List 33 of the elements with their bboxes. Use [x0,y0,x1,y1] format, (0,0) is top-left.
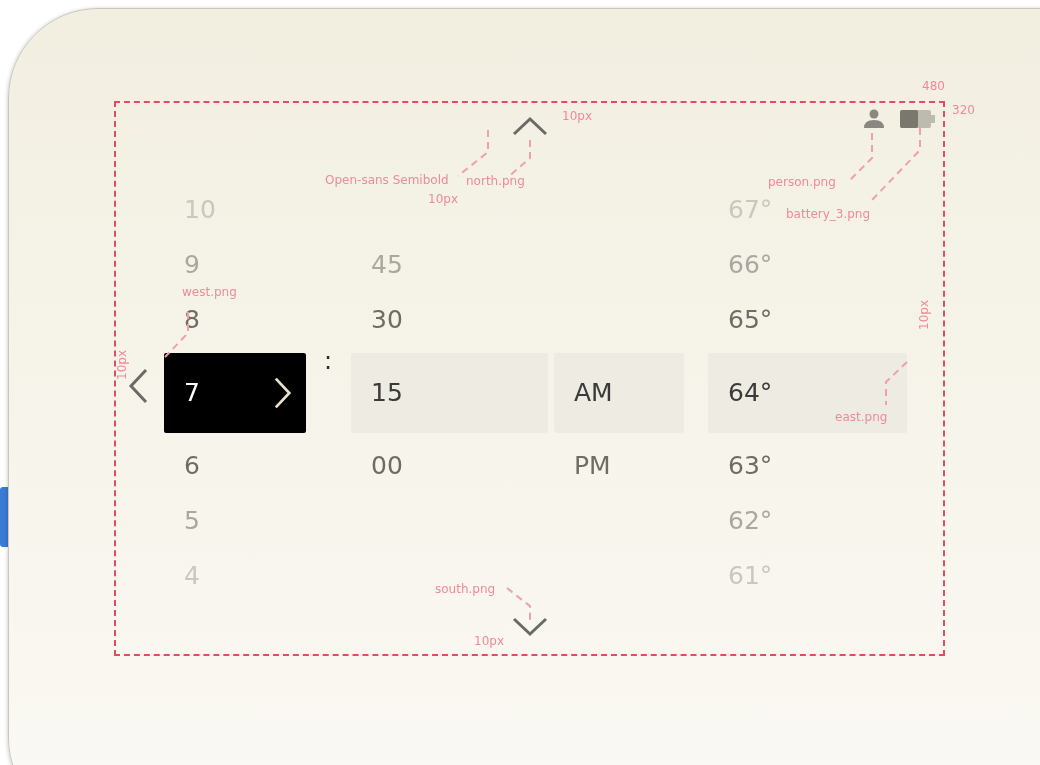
leader-line [457,129,489,177]
annotation-label: 10px [428,193,458,205]
annotation-label: 10px [116,350,128,380]
leader-line [885,361,908,406]
annotation-label: 10px [918,300,930,330]
picker-option[interactable]: 30 [371,305,403,334]
chevron-right-icon[interactable] [274,375,292,410]
annotation-label: north.png [466,175,525,187]
annotation-label: west.png [182,286,237,298]
battery-icon [900,109,936,129]
annotation-label: east.png [835,411,888,423]
annotation-label: 320 [952,104,975,116]
chevron-up-icon[interactable] [511,116,548,136]
leader-line [506,587,531,621]
annotation-label: 10px [474,635,504,647]
person-icon[interactable] [863,109,885,129]
annotation-label: Open-sans Semibold [325,174,449,186]
annotation-label: person.png [768,176,836,188]
annotation-label: battery_3.png [786,208,871,220]
chevron-down-icon[interactable] [511,617,548,637]
picker-option[interactable]: 15 [351,352,548,433]
picker-option[interactable]: AM [554,352,684,433]
picker-option[interactable]: 00 [371,451,403,480]
picker-option[interactable]: 63° [728,451,773,480]
annotation-label: 10px [562,110,592,122]
picker-option[interactable]: 6 [184,451,200,480]
picker-option[interactable]: 7 [164,352,306,433]
time-separator: : [323,347,334,377]
picker-option[interactable]: 65° [728,305,773,334]
picker-option[interactable]: PM [574,451,611,480]
annotation-label: 480 [922,80,945,92]
annotation-label: south.png [435,583,496,595]
chevron-left-icon[interactable] [128,367,148,404]
